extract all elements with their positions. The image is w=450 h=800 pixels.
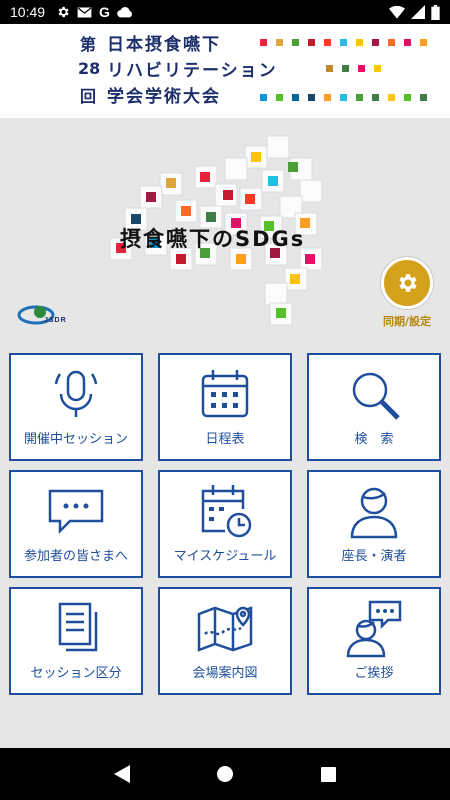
back-button[interactable]: [102, 754, 142, 794]
gear-icon: [58, 6, 69, 18]
title-number-2: 28: [78, 59, 101, 78]
title-number-3: 回: [79, 86, 96, 106]
title-line-2: リハビリテーション: [107, 61, 278, 81]
tile-label: 開催中セッション: [23, 432, 128, 447]
recents-button[interactable]: [308, 754, 348, 794]
gear-icon: [399, 274, 417, 292]
home-button[interactable]: [205, 754, 245, 794]
tile-current-sessions[interactable]: 開催中セッション: [9, 353, 143, 461]
title-number-1: 第: [79, 34, 96, 54]
tile-greetings[interactable]: ご挨拶: [307, 587, 441, 695]
jsdr-logo-mark: [17, 305, 55, 325]
google-icon: G: [99, 4, 110, 20]
sdg-squares-row-1: [260, 39, 427, 46]
tile-label: 参加者の皆さまへ: [23, 549, 128, 564]
tile-label: 座長・演者: [341, 549, 407, 564]
wifi-icon: [389, 5, 405, 19]
recents-icon: [320, 766, 336, 782]
status-time: 10:49: [10, 4, 46, 20]
battery-icon: [431, 4, 440, 20]
tile-chairs-speakers[interactable]: 座長・演者: [307, 470, 441, 578]
tile-label: マイスケジュール: [173, 549, 277, 564]
hero-title: 摂食嚥下のSDGs: [120, 227, 306, 251]
system-nav-bar: [0, 748, 450, 800]
conference-header: 第 日本摂食嚥下 28 リハビリテーション 回 学会学術大会: [0, 24, 450, 118]
sdg-squares-row-3: [260, 94, 427, 101]
tile-venue-map[interactable]: 会場案内図: [158, 587, 292, 695]
map-icon: [197, 606, 253, 652]
tile-search[interactable]: 検 索: [307, 353, 441, 461]
title-row-2: 28 リハビリテーション: [78, 56, 278, 81]
tile-label: セッション区分: [30, 666, 122, 681]
jsdr-logo-text: JSDR: [44, 317, 67, 324]
person-icon: [350, 487, 398, 539]
chat-bubble-icon: [48, 489, 104, 535]
person-speech-icon: [346, 600, 402, 658]
status-bar: 10:49 G: [0, 0, 450, 24]
microphone-icon: [54, 370, 98, 417]
tile-my-schedule[interactable]: マイスケジュール: [158, 470, 292, 578]
home-icon: [216, 766, 233, 782]
sync-settings-label[interactable]: 同期/設定: [370, 313, 444, 329]
search-icon: [352, 372, 400, 420]
tile-label: 検 索: [354, 432, 394, 447]
jsdr-logo: JSDR: [16, 302, 66, 332]
mail-icon: [77, 7, 92, 17]
sync-settings-button[interactable]: [381, 257, 433, 309]
documents-icon: [58, 602, 98, 652]
tile-label: ご挨拶: [354, 666, 394, 681]
title-line-3: 学会学術大会: [107, 87, 221, 107]
tile-schedule[interactable]: 日程表: [158, 353, 292, 461]
title-row-3: 回 学会学術大会: [78, 82, 221, 108]
tile-label: 日程表: [205, 432, 245, 447]
tile-session-category[interactable]: セッション区分: [9, 587, 143, 695]
cloud-icon: [117, 7, 132, 18]
tile-label: 会場案内図: [192, 666, 258, 681]
tile-for-participants[interactable]: 参加者の皆さまへ: [9, 470, 143, 578]
sdg-squares-row-2: [326, 65, 381, 72]
signal-icon: [411, 5, 425, 19]
hero-banner: 摂食嚥下のSDGs JSDR 同期/設定: [0, 118, 450, 340]
title-row-1: 第 日本摂食嚥下: [78, 30, 221, 56]
title-line-1: 日本摂食嚥下: [107, 35, 221, 55]
back-icon: [113, 765, 130, 783]
calendar-clock-icon: [201, 485, 252, 538]
calendar-icon: [201, 370, 249, 418]
